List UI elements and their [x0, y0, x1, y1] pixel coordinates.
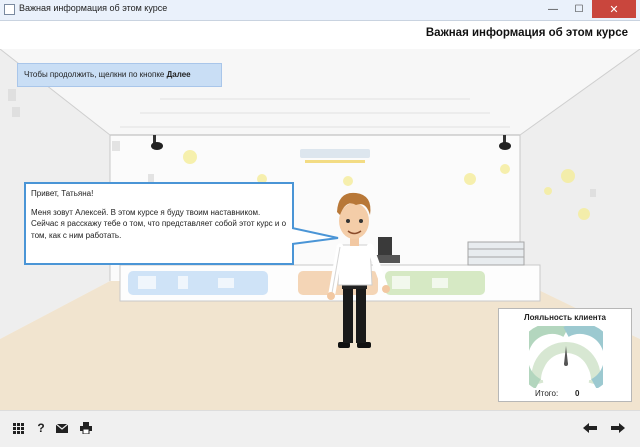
maximize-button[interactable]: ☐	[566, 0, 592, 18]
course-header: Важная информация об этом курсе	[0, 21, 640, 49]
customer-loyalty-panel: Лояльность клиента Итого: 0	[498, 308, 632, 402]
course-title: Важная информация об этом курсе	[425, 27, 628, 39]
loyalty-title: Лояльность клиента	[524, 313, 606, 322]
player-toolbar: ?	[0, 410, 640, 447]
mentor-speech-bubble: Привет, Татьяна! Меня зовут Алексей. В э…	[24, 182, 294, 265]
grid-icon[interactable]	[10, 420, 26, 436]
arrow-left-icon[interactable]	[582, 420, 598, 436]
dialog-body: Меня зовут Алексей. В этом курсе я буду …	[31, 207, 287, 240]
window-titlebar: Важная информация об этом курсе — ☐ ✕	[0, 0, 640, 21]
loyalty-gauge	[529, 326, 603, 388]
mail-icon[interactable]	[54, 420, 70, 436]
dialog-greeting: Привет, Татьяна!	[31, 189, 94, 198]
continue-hint: Чтобы продолжить, щелкни по кнопке Далее	[17, 63, 222, 87]
loyalty-total-value: 0	[575, 389, 580, 398]
speech-bubble-tail	[292, 227, 339, 245]
help-icon[interactable]: ?	[33, 420, 49, 436]
window-title: Важная информация об этом курсе	[19, 3, 168, 13]
hint-text: Чтобы продолжить, щелкни по кнопке	[24, 70, 167, 79]
arrow-right-icon[interactable]	[610, 420, 626, 436]
close-button[interactable]: ✕	[592, 0, 636, 18]
hint-next-keyword: Далее	[166, 70, 191, 79]
printer-icon[interactable]	[78, 420, 94, 436]
loyalty-total-label: Итого:	[535, 389, 559, 398]
minimize-button[interactable]: —	[540, 0, 566, 18]
app-icon	[4, 4, 15, 15]
window-controls: — ☐ ✕	[540, 0, 636, 18]
